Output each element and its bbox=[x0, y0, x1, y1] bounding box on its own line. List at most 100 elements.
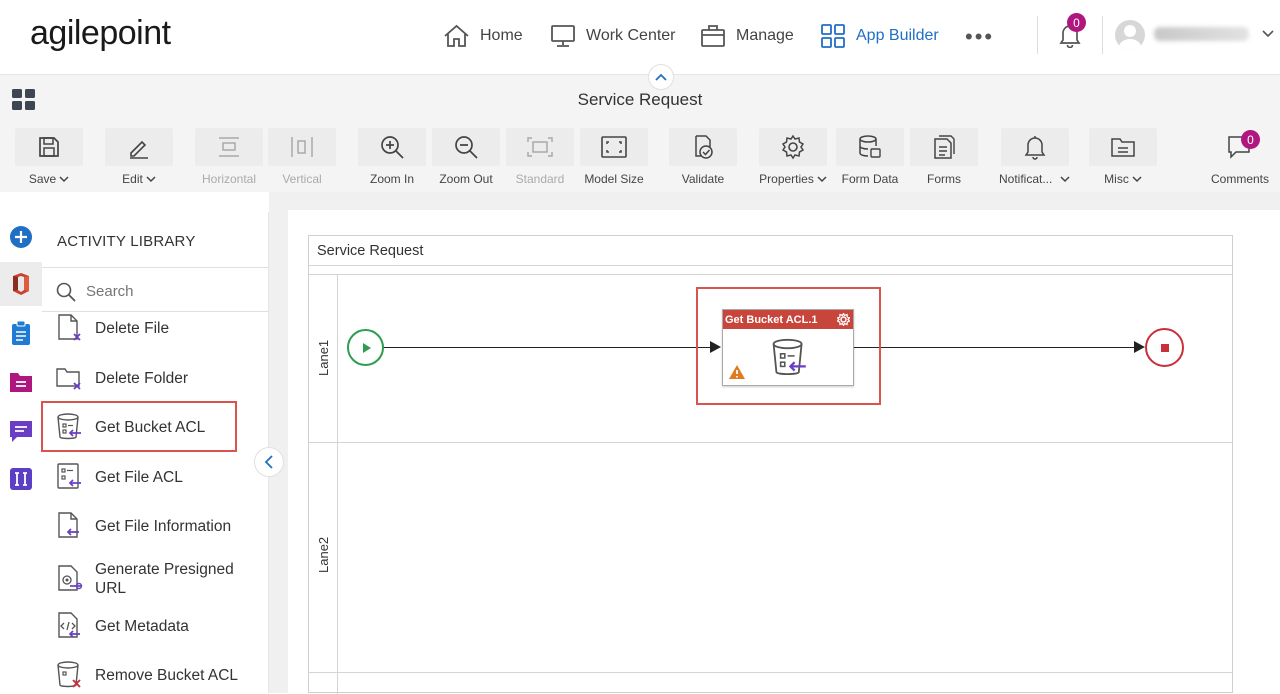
activity-get-bucket-acl[interactable]: Get Bucket ACL.1 bbox=[722, 309, 854, 386]
zoom-in-icon bbox=[381, 136, 404, 159]
divider bbox=[309, 265, 1232, 266]
lane-label-1[interactable]: Lane1 bbox=[316, 340, 331, 376]
library-item-remove-bucket-acl[interactable]: Remove Bucket ACL bbox=[54, 659, 254, 691]
text-box-icon[interactable] bbox=[8, 466, 34, 492]
model-size-label: Model Size bbox=[584, 172, 644, 186]
search-icon bbox=[56, 282, 76, 302]
aws-s3-icon[interactable] bbox=[8, 271, 34, 297]
avatar[interactable] bbox=[1115, 20, 1145, 50]
chevron-down-icon bbox=[146, 176, 156, 183]
presigned-url-icon bbox=[58, 565, 83, 591]
horizontal-label: Horizontal bbox=[201, 172, 257, 186]
message-icon[interactable] bbox=[8, 418, 34, 444]
vertical-button[interactable]: Vertical bbox=[268, 128, 336, 188]
clipboard-icon[interactable] bbox=[8, 320, 34, 346]
agilepoint-logo[interactable]: agilepoint bbox=[30, 14, 171, 53]
more-menu-button[interactable]: ••• bbox=[965, 24, 994, 50]
zoom-in-button[interactable]: Zoom In bbox=[358, 128, 426, 188]
nav-work-center-label: Work Center bbox=[586, 27, 676, 44]
library-item-delete-file[interactable]: Delete File bbox=[54, 312, 254, 344]
monitor-icon bbox=[551, 25, 575, 47]
library-item-get-file-information[interactable]: Get File Information bbox=[54, 510, 254, 542]
edit-button[interactable]: Edit bbox=[105, 128, 173, 188]
properties-label: Properties bbox=[759, 172, 814, 186]
validate-button[interactable]: Validate bbox=[669, 128, 737, 188]
bell-icon bbox=[1024, 136, 1046, 160]
collapse-header-button[interactable] bbox=[648, 64, 674, 90]
arrow-head bbox=[1134, 341, 1145, 353]
save-icon bbox=[39, 137, 59, 157]
validate-label: Validate bbox=[681, 172, 725, 186]
delete-folder-icon bbox=[56, 368, 81, 390]
library-item-generate-presigned-url[interactable]: Generate Presigned URL bbox=[54, 560, 254, 598]
add-icon[interactable] bbox=[8, 224, 34, 250]
save-button[interactable]: Save bbox=[15, 128, 83, 188]
grid-icon bbox=[821, 24, 845, 48]
save-label: Save bbox=[28, 172, 57, 186]
nav-manage[interactable]: Manage bbox=[700, 22, 794, 50]
activity-title: Get Bucket ACL.1 bbox=[725, 313, 818, 326]
notifications-label: Notificat... bbox=[999, 172, 1053, 186]
collapse-library-button[interactable] bbox=[254, 447, 284, 477]
nav-divider bbox=[1102, 16, 1103, 54]
standard-size-icon bbox=[527, 137, 553, 157]
delete-file-icon bbox=[58, 314, 81, 341]
chevron-down-icon bbox=[59, 176, 69, 183]
top-navigation: agilepoint Home Work Center Manage App B… bbox=[0, 0, 1280, 74]
nav-home[interactable]: Home bbox=[443, 22, 523, 50]
pool-title: Service Request bbox=[317, 243, 424, 259]
database-icon bbox=[859, 135, 881, 158]
library-item-get-metadata[interactable]: Get Metadata bbox=[54, 610, 254, 642]
pencil-icon bbox=[130, 140, 148, 159]
standard-button[interactable]: Standard bbox=[506, 128, 574, 188]
gear-icon bbox=[781, 134, 805, 160]
end-event[interactable] bbox=[1145, 328, 1184, 367]
notifications-button[interactable]: 0 bbox=[1058, 13, 1086, 53]
chevron-down-icon[interactable] bbox=[1262, 26, 1274, 44]
zoom-out-icon bbox=[455, 136, 478, 159]
forms-folder-icon[interactable] bbox=[8, 369, 34, 395]
library-item-label: Get File Information bbox=[95, 517, 232, 535]
chevron-left-icon bbox=[264, 455, 273, 469]
flow-connector[interactable] bbox=[384, 347, 710, 348]
designer-toolbar: Save Edit Horizontal Vertical Zoom In Zo… bbox=[0, 120, 1280, 192]
search-input[interactable] bbox=[86, 283, 246, 300]
lane-divider bbox=[309, 672, 1232, 673]
zoom-out-button[interactable]: Zoom Out bbox=[432, 128, 500, 188]
activity-search[interactable] bbox=[42, 272, 269, 312]
lane-label-2[interactable]: Lane2 bbox=[316, 537, 331, 573]
gear-icon[interactable] bbox=[837, 313, 850, 326]
nav-app-builder[interactable]: App Builder bbox=[820, 22, 939, 50]
play-icon bbox=[362, 342, 371, 353]
title-bar: Service Request bbox=[0, 64, 1280, 120]
nav-manage-label: Manage bbox=[736, 27, 794, 44]
library-item-label: Delete Folder bbox=[95, 369, 189, 387]
start-event[interactable] bbox=[347, 329, 384, 366]
standard-label: Standard bbox=[515, 172, 565, 186]
notifications-button[interactable]: Notificat... bbox=[999, 128, 1070, 188]
home-icon bbox=[444, 24, 469, 47]
library-item-label: Get Metadata bbox=[95, 617, 189, 635]
library-item-label: Generate Presigned URL bbox=[95, 561, 234, 597]
model-size-button[interactable]: Model Size bbox=[580, 128, 648, 188]
forms-button[interactable]: Forms bbox=[910, 128, 978, 188]
activity-library-title: ACTIVITY LIBRARY bbox=[57, 233, 196, 250]
properties-button[interactable]: Properties bbox=[759, 128, 827, 188]
nav-home-label: Home bbox=[480, 27, 523, 44]
comments-button[interactable]: 0 Comments bbox=[1209, 128, 1271, 188]
lane-divider bbox=[309, 274, 1232, 275]
zoom-in-label: Zoom In bbox=[369, 172, 414, 186]
metadata-icon bbox=[58, 612, 80, 638]
warning-icon[interactable] bbox=[728, 364, 746, 380]
nav-work-center[interactable]: Work Center bbox=[550, 22, 676, 50]
flow-connector[interactable] bbox=[854, 347, 1134, 348]
misc-button[interactable]: Misc bbox=[1089, 128, 1157, 188]
forms-icon bbox=[934, 135, 955, 159]
form-data-button[interactable]: Form Data bbox=[836, 128, 904, 188]
edit-label: Edit bbox=[122, 172, 143, 186]
horizontal-button[interactable]: Horizontal bbox=[195, 128, 263, 188]
user-name-blurred[interactable] bbox=[1154, 27, 1249, 41]
library-item-delete-folder[interactable]: Delete Folder bbox=[54, 362, 254, 394]
library-item-get-file-acl[interactable]: Get File ACL bbox=[54, 461, 254, 493]
zoom-out-label: Zoom Out bbox=[439, 172, 493, 186]
